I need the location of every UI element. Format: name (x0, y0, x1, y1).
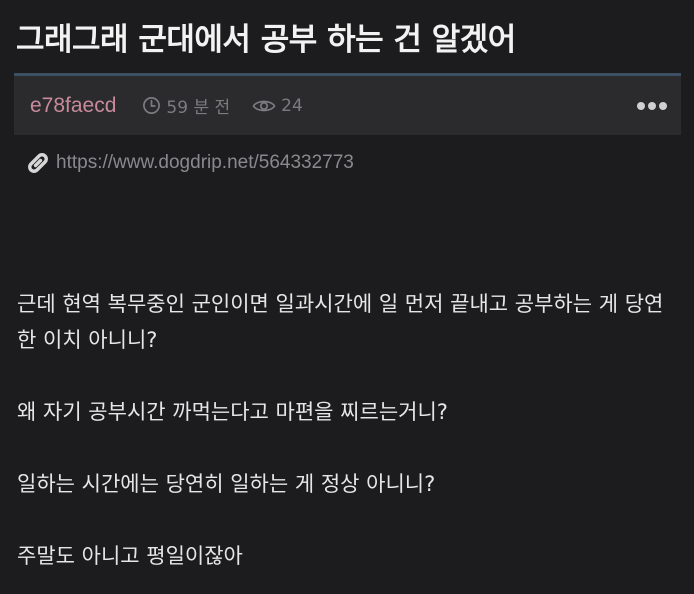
post-views: 24 (252, 96, 303, 116)
link-icon (28, 153, 48, 173)
post-permalink[interactable]: https://www.dogdrip.net/564332773 (56, 152, 354, 174)
post-paragraph: 근데 현역 복무중인 군인이면 일과시간에 일 먼저 끝내고 공부하는 게 당연… (17, 292, 664, 352)
post-paragraph: 주말도 아니고 평일이잖아 (17, 544, 243, 568)
post-time: 59 분 전 (142, 93, 230, 118)
post-time-text: 59 분 전 (166, 98, 231, 118)
author-name[interactable]: e78faecd (30, 94, 116, 118)
more-dot (648, 101, 656, 110)
post-meta-bar: e78faecd 59 분 전 24 (14, 73, 681, 135)
post-page: 그래그래 군대에서 공부 하는 건 알겠어 e78faecd 59 분 전 24 (0, 0, 694, 594)
post-title: 그래그래 군대에서 공부 하는 건 알겠어 (16, 22, 516, 58)
post-paragraph: 왜 자기 공부시간 까먹는다고 마편을 찌르는거니? (17, 400, 448, 424)
more-dots-icon[interactable] (637, 101, 667, 110)
eye-icon (252, 100, 276, 111)
more-dot (637, 101, 645, 110)
clock-icon (143, 97, 161, 114)
post-body: 근데 현역 복무중인 군인이면 일과시간에 일 먼저 끝내고 공부하는 게 당연… (17, 286, 681, 594)
post-link-row: https://www.dogdrip.net/564332773 (24, 150, 354, 176)
more-dot (659, 101, 667, 110)
post-paragraph: 일하는 시간에는 당연히 일하는 게 정상 아니니? (17, 472, 436, 496)
post-views-count: 24 (281, 95, 303, 116)
